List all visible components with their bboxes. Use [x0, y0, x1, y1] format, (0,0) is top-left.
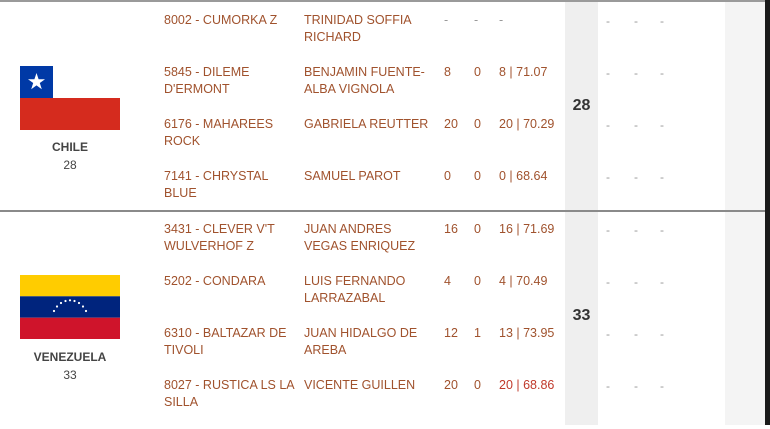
team-block-venezuela: VENEZUELA 33 3431 - CLEVER V'T WULVERHOF…	[0, 210, 765, 427]
placeholder-dash: -	[660, 118, 664, 132]
rider-row: 3431 - CLEVER V'T WULVERHOF Z JUAN ANDRE…	[0, 221, 565, 273]
placeholder-dash: -	[606, 14, 610, 28]
round1-faults: 4	[444, 274, 451, 288]
round1-faults: 0	[444, 169, 451, 183]
round1-faults: 20	[444, 117, 458, 131]
round2-faults: -	[474, 13, 479, 27]
rider-row: 5845 - DILEME D'ERMONT BENJAMIN FUENTE-A…	[0, 64, 565, 116]
rider-total: 16 | 71.69	[499, 222, 555, 236]
rider-row: 6310 - BALTAZAR DE TIVOLI JUAN HIDALGO D…	[0, 325, 565, 377]
team-total: 28	[572, 97, 591, 114]
horse-link[interactable]: 6310 - BALTAZAR DE TIVOLI	[164, 325, 294, 359]
rider-link[interactable]: JUAN HIDALGO DE AREBA	[304, 325, 434, 359]
team-total: 33	[572, 307, 591, 324]
placeholder-dash: -	[660, 170, 664, 184]
horse-link[interactable]: 5202 - CONDARA	[164, 273, 294, 290]
round1-faults: 8	[444, 65, 451, 79]
round2-faults: 1	[474, 326, 481, 340]
rider-row: 8002 - CUMORKA Z TRINIDAD SOFFIA RICHARD…	[0, 12, 565, 64]
placeholder-dash: -	[606, 118, 610, 132]
round1-faults: -	[444, 13, 449, 27]
placeholder-dash: -	[660, 275, 664, 289]
placeholder-dash: -	[660, 14, 664, 28]
horse-link[interactable]: 8027 - RUSTICA LS LA SILLA	[164, 377, 294, 411]
horse-link[interactable]: 6176 - MAHAREES ROCK	[164, 116, 294, 150]
placeholder-dash: -	[606, 379, 610, 393]
rider-link[interactable]: BENJAMIN FUENTE-ALBA VIGNOLA	[304, 64, 434, 98]
placeholder-dash: -	[660, 379, 664, 393]
rider-row: 5202 - CONDARA LUIS FERNANDO LARRAZABAL …	[0, 273, 565, 325]
placeholder-dash: -	[634, 14, 638, 28]
round1-faults: 16	[444, 222, 458, 236]
placeholder-dash: -	[660, 223, 664, 237]
round1-faults: 12	[444, 326, 458, 340]
placeholder-dash: -	[606, 275, 610, 289]
round2-faults: 0	[474, 169, 481, 183]
rider-total: 0 | 68.64	[499, 169, 548, 183]
placeholder-dash: -	[606, 327, 610, 341]
rider-total: 8 | 71.07	[499, 65, 548, 79]
placeholder-dash: -	[634, 118, 638, 132]
round2-faults: 0	[474, 117, 481, 131]
placeholder-dash: -	[634, 327, 638, 341]
horse-link[interactable]: 3431 - CLEVER V'T WULVERHOF Z	[164, 221, 294, 255]
rider-row: 6176 - MAHAREES ROCK GABRIELA REUTTER 20…	[0, 116, 565, 168]
rider-row: 8027 - RUSTICA LS LA SILLA VICENTE GUILL…	[0, 377, 565, 429]
rider-link[interactable]: GABRIELA REUTTER	[304, 116, 434, 133]
placeholder-dash: -	[606, 170, 610, 184]
placeholder-dash: -	[634, 275, 638, 289]
horse-link[interactable]: 8002 - CUMORKA Z	[164, 12, 294, 29]
placeholder-dash: -	[634, 379, 638, 393]
placeholder-dash: -	[634, 223, 638, 237]
rider-total: -	[499, 13, 504, 27]
placeholder-dash: -	[634, 170, 638, 184]
horse-link[interactable]: 5845 - DILEME D'ERMONT	[164, 64, 294, 98]
placeholder-dash: -	[634, 66, 638, 80]
rider-link[interactable]: TRINIDAD SOFFIA RICHARD	[304, 12, 434, 46]
rider-total: 13 | 73.95	[499, 326, 555, 340]
horse-link[interactable]: 7141 - CHRYSTAL BLUE	[164, 168, 294, 202]
rider-link[interactable]: JUAN ANDRES VEGAS ENRIQUEZ	[304, 221, 434, 255]
placeholder-dash: -	[660, 66, 664, 80]
round2-faults: 0	[474, 65, 481, 79]
round2-faults: 0	[474, 378, 481, 392]
team-results-table: CHILE 28 8002 - CUMORKA Z TRINIDAD SOFFI…	[0, 0, 770, 425]
rider-link[interactable]: VICENTE GUILLEN	[304, 377, 434, 394]
rider-total: 20 | 68.86	[499, 378, 555, 392]
scrollbar[interactable]	[765, 0, 770, 425]
team-block-chile: CHILE 28 8002 - CUMORKA Z TRINIDAD SOFFI…	[0, 0, 765, 212]
round2-faults: 0	[474, 274, 481, 288]
placeholder-dash: -	[660, 327, 664, 341]
round2-faults: 0	[474, 222, 481, 236]
placeholder-dash: -	[606, 223, 610, 237]
rider-link[interactable]: SAMUEL PAROT	[304, 168, 434, 185]
rider-total: 4 | 70.49	[499, 274, 548, 288]
round1-faults: 20	[444, 378, 458, 392]
rider-link[interactable]: LUIS FERNANDO LARRAZABAL	[304, 273, 434, 307]
placeholder-dash: -	[606, 66, 610, 80]
rider-total: 20 | 70.29	[499, 117, 555, 131]
